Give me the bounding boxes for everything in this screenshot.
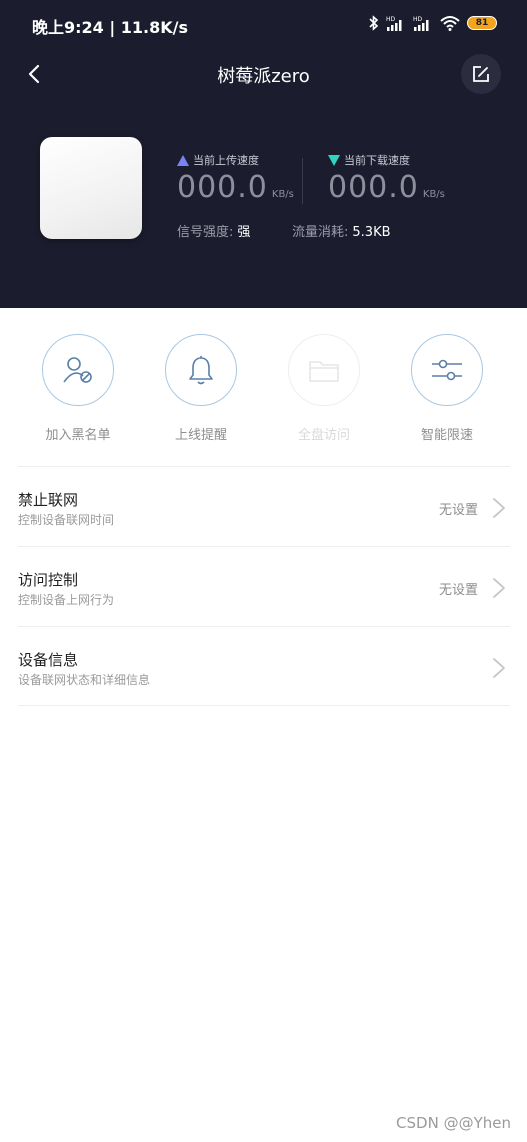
nav-bar: 树莓派zero xyxy=(0,50,527,98)
download-speed-unit: KB/s xyxy=(422,189,445,200)
full-disk-access-button[interactable]: 全盘访问 xyxy=(269,334,379,443)
status-bar: 晚上9:24 | 11.8K/s HD HD 81 xyxy=(0,0,527,46)
upload-speed-value: 000.0 xyxy=(177,170,268,205)
signal-hd-icon: HD xyxy=(386,16,402,31)
edit-button[interactable] xyxy=(461,54,501,94)
blacklist-label: 加入黑名单 xyxy=(45,428,111,443)
svg-text:HD: HD xyxy=(386,16,396,23)
upload-triangle-icon xyxy=(177,154,189,166)
chevron-right-icon xyxy=(493,578,505,598)
status-icons: HD HD 81 xyxy=(369,12,497,34)
sliders-icon xyxy=(432,359,462,381)
signal-hd-icon: HD xyxy=(413,16,429,31)
status-time: 晚上9:24 | 11.8K/s xyxy=(32,18,189,37)
menu-item-device-info[interactable]: 设备信息 设备联网状态和详细信息 xyxy=(18,626,510,706)
bluetooth-icon xyxy=(369,15,379,31)
edit-icon xyxy=(473,66,489,82)
user-block-icon xyxy=(63,357,92,383)
signal-strength-label: 信号强度: xyxy=(177,225,234,240)
traffic-usage: 流量消耗: 5.3KB xyxy=(292,221,391,240)
wifi-icon xyxy=(440,16,460,31)
bell-icon xyxy=(189,356,213,385)
speed-divider xyxy=(302,158,303,204)
menu-item-value: 无设置 xyxy=(438,503,478,518)
battery-icon: 81 xyxy=(467,16,497,30)
menu-item-block-internet[interactable]: 禁止联网 控制设备联网时间 无设置 xyxy=(18,466,510,546)
traffic-usage-label: 流量消耗: xyxy=(292,225,349,240)
device-image xyxy=(40,137,142,239)
smart-speed-limit-label: 智能限速 xyxy=(420,428,473,443)
menu-item-subtitle: 控制设备上网行为 xyxy=(18,593,115,607)
upload-speed: 当前上传速度 000.0 KB/s xyxy=(177,152,294,205)
menu-item-subtitle: 控制设备联网时间 xyxy=(18,513,115,527)
full-disk-access-label: 全盘访问 xyxy=(297,428,350,443)
watermark: CSDN @@Yhen xyxy=(396,1114,511,1132)
download-speed-value: 000.0 xyxy=(328,170,419,205)
online-alert-label: 上线提醒 xyxy=(174,428,227,443)
upload-speed-unit: KB/s xyxy=(271,189,294,200)
quick-actions: 加入黑名单 上线提醒 全盘访问 智能限速 xyxy=(0,334,527,446)
chevron-right-icon xyxy=(493,658,505,678)
upload-speed-label: 当前上传速度 xyxy=(193,154,259,167)
device-header: 晚上9:24 | 11.8K/s HD HD 81 树莓派zero 当前上传速度… xyxy=(0,0,527,308)
settings-menu: 禁止联网 控制设备联网时间 无设置 访问控制 控制设备上网行为 无设置 设备信息… xyxy=(18,466,510,706)
menu-item-value: 无设置 xyxy=(438,583,478,598)
signal-strength-value: 强 xyxy=(237,225,251,240)
folder-icon xyxy=(309,361,339,382)
menu-item-access-control[interactable]: 访问控制 控制设备上网行为 无设置 xyxy=(18,546,510,626)
menu-item-title: 设备信息 xyxy=(18,651,79,669)
online-alert-button[interactable]: 上线提醒 xyxy=(146,334,256,443)
menu-item-title: 禁止联网 xyxy=(18,491,79,509)
smart-speed-limit-button[interactable]: 智能限速 xyxy=(392,334,502,443)
svg-text:HD: HD xyxy=(413,16,423,23)
page-title: 树莓派zero xyxy=(217,66,310,87)
signal-strength: 信号强度: 强 xyxy=(177,221,250,240)
menu-item-title: 访问控制 xyxy=(18,571,79,589)
download-triangle-icon xyxy=(328,154,340,166)
blacklist-button[interactable]: 加入黑名单 xyxy=(23,334,133,443)
download-speed-label: 当前下载速度 xyxy=(344,154,410,167)
menu-item-subtitle: 设备联网状态和详细信息 xyxy=(18,673,151,687)
chevron-right-icon xyxy=(493,498,505,518)
download-speed: 当前下载速度 000.0 KB/s xyxy=(328,152,445,205)
traffic-usage-value: 5.3KB xyxy=(352,225,391,240)
